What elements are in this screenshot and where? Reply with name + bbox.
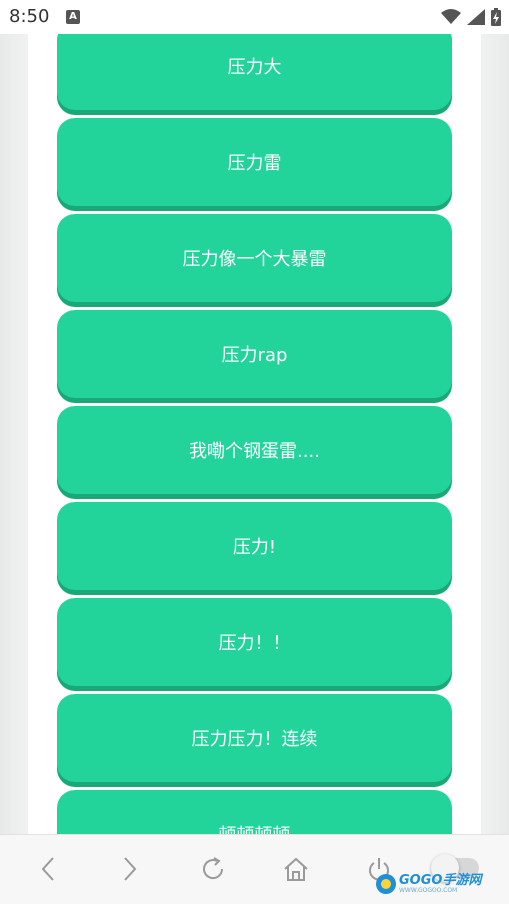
signal-icon xyxy=(467,9,485,25)
watermark-text: GOGO手游网 WWW.GOGOO.COM xyxy=(399,874,481,894)
sound-button[interactable]: 压力rap xyxy=(57,310,452,398)
gogo-logo-icon xyxy=(376,874,396,894)
sound-button-label: 压力压力！连续 xyxy=(191,729,318,750)
sound-button[interactable]: 压力大 xyxy=(57,34,452,110)
content-panel[interactable]: 压力大 压力雷 压力像一个大暴雷 压力rap 我嘞个钢蛋雷.... 压力! 压力… xyxy=(28,34,481,834)
sound-button[interactable]: 顿顿顿顿 xyxy=(57,790,452,834)
notification-icon: A xyxy=(66,10,80,24)
browser-toolbar: GOGO手游网 WWW.GOGOO.COM xyxy=(0,834,509,904)
sound-button-label: 压力! xyxy=(232,537,277,558)
sound-button[interactable]: 压力！！ xyxy=(57,598,452,686)
sound-button[interactable]: 压力像一个大暴雷 xyxy=(57,214,452,302)
sound-button-label: 顿顿顿顿 xyxy=(219,821,291,834)
sound-button-label: 压力像一个大暴雷 xyxy=(182,249,327,270)
page-gutter-left xyxy=(0,34,28,834)
sound-button[interactable]: 压力压力！连续 xyxy=(57,694,452,782)
sound-button[interactable]: 压力! xyxy=(57,502,452,590)
sound-button[interactable]: 我嘞个钢蛋雷.... xyxy=(57,406,452,494)
status-time: 8:50 xyxy=(9,6,50,27)
page-gutter-right xyxy=(481,34,509,834)
wifi-icon xyxy=(441,9,461,24)
sound-button-label: 压力雷 xyxy=(227,153,282,174)
status-bar: 8:50 A xyxy=(0,0,509,34)
battery-icon xyxy=(491,8,501,26)
sound-button[interactable]: 压力雷 xyxy=(57,118,452,206)
sound-button-label: 压力大 xyxy=(227,57,282,78)
sound-button-label: 压力！！ xyxy=(218,633,291,654)
refresh-icon[interactable] xyxy=(197,853,229,885)
watermark-main: GOGO手游网 xyxy=(399,873,482,888)
back-icon[interactable] xyxy=(32,853,64,885)
home-icon[interactable] xyxy=(280,853,312,885)
sound-button-label: 压力rap xyxy=(221,345,288,366)
watermark-logo: GOGO手游网 WWW.GOGOO.COM xyxy=(376,871,481,897)
forward-icon[interactable] xyxy=(114,853,146,885)
sound-button-list: 压力大 压力雷 压力像一个大暴雷 压力rap 我嘞个钢蛋雷.... 压力! 压力… xyxy=(57,34,452,834)
watermark-sub: WWW.GOGOO.COM xyxy=(399,887,458,894)
status-icons xyxy=(441,6,501,28)
sound-button-label: 我嘞个钢蛋雷.... xyxy=(189,441,320,462)
